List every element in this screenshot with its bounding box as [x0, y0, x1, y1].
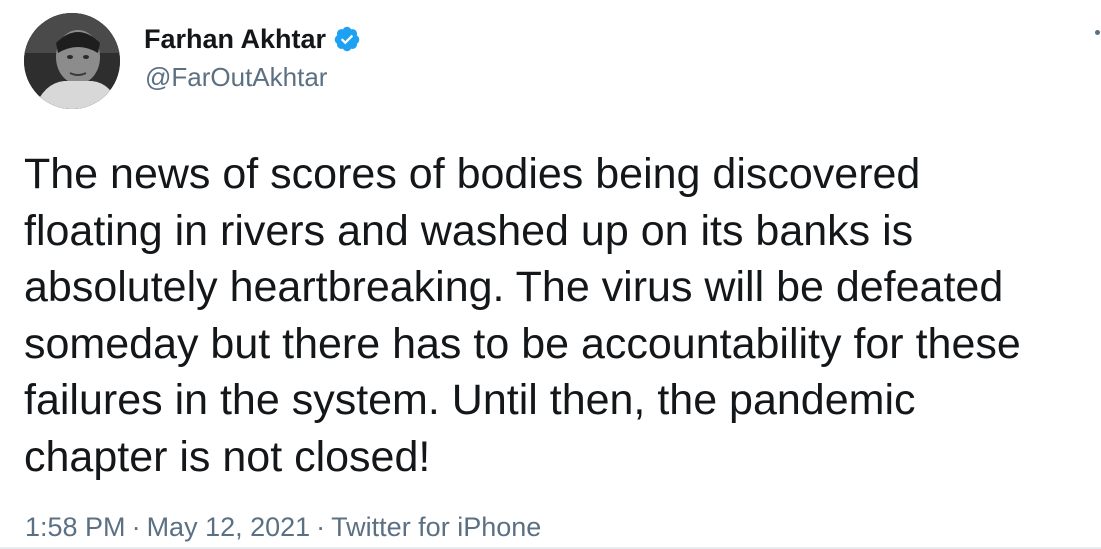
tweet-text-line: chapter is not closed!	[24, 432, 431, 481]
tweet-time-link[interactable]: 1:58 PM	[25, 512, 126, 542]
tweet-card: Farhan Akhtar @FarOutAkhtar The news of …	[0, 0, 1101, 549]
tweet-date-link[interactable]: May 12, 2021	[147, 512, 311, 542]
avatar-photo	[24, 13, 120, 109]
tweet-source-link[interactable]: Twitter for iPhone	[331, 512, 541, 542]
tweet-meta: 1:58 PM · May 12, 2021 · Twitter for iPhone	[25, 512, 541, 543]
tweet-text-line: absolutely heartbreaking. The virus will…	[24, 263, 1004, 311]
author-handle[interactable]: @FarOutAkhtar	[145, 62, 327, 93]
more-options-icon[interactable]	[1091, 30, 1101, 42]
tweet-text: The news of scores of bodies being disco…	[24, 146, 1099, 485]
verified-badge-icon	[334, 26, 360, 52]
meta-separator: ·	[316, 512, 326, 542]
author-display-name[interactable]: Farhan Akhtar	[144, 24, 326, 55]
tweet-text-line: someday but there has to be accountabili…	[24, 319, 1021, 368]
tweet-text-line: floating in rivers and washed up on its …	[24, 206, 914, 255]
meta-separator: ·	[131, 512, 141, 542]
author-name-row[interactable]: Farhan Akhtar	[144, 21, 361, 57]
avatar[interactable]	[24, 13, 120, 109]
tweet-text-line: failures in the system. Until then, the …	[24, 376, 916, 424]
tweet-text-line: The news of scores of bodies being disco…	[24, 150, 921, 198]
